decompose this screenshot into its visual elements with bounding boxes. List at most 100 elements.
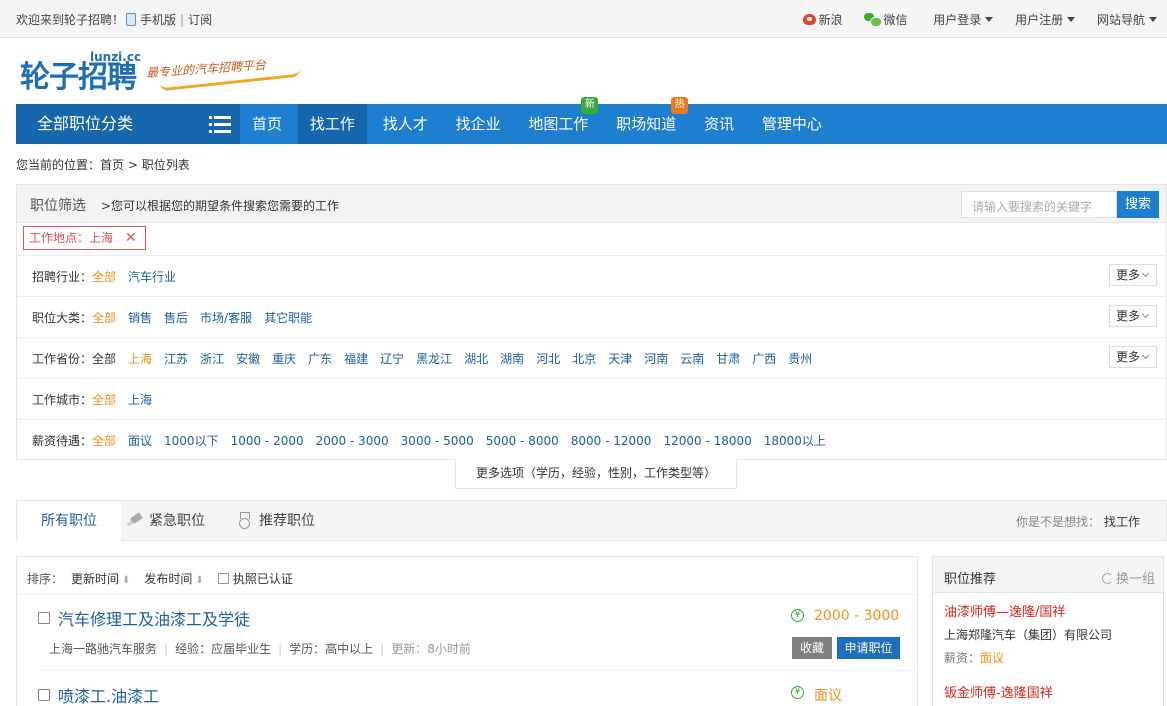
checkbox[interactable] — [217, 573, 229, 584]
breadcrumb-separator: > — [127, 158, 138, 172]
more-button[interactable]: 更多 — [1109, 264, 1157, 286]
filter-option[interactable]: 3000 - 5000 — [401, 434, 474, 448]
sort-by-publish[interactable]: 发布时间 ⬇ — [144, 572, 203, 586]
tab-urgent-jobs[interactable]: 紧急职位 — [127, 501, 231, 541]
filter-option[interactable]: 全部 — [92, 434, 116, 448]
job-title-link[interactable]: 汽车修理工及油漆工及学徒 — [58, 606, 250, 630]
subscribe-link[interactable]: 订阅 — [188, 13, 212, 27]
filter-option[interactable]: 湖北 — [464, 352, 488, 366]
search-button[interactable]: 搜索 — [1117, 191, 1159, 218]
nav-item-home[interactable]: 首页 — [240, 104, 294, 144]
nav-item-career-qa[interactable]: 职场知道热 — [604, 97, 689, 144]
nav-item-find-job[interactable]: 找工作 — [297, 104, 367, 144]
filter-option[interactable]: 全部 — [92, 311, 116, 325]
recommended-company[interactable]: 上海郑隆汽车（集团）有限公司 — [944, 626, 1112, 643]
active-filter-label: 工作地点：上海 — [29, 231, 114, 245]
filter-option[interactable]: 1000 - 2000 — [231, 434, 304, 448]
nav-item-news[interactable]: 资讯 — [692, 104, 746, 144]
job-title-link[interactable]: 喷漆工.油漆工 — [58, 683, 159, 706]
close-icon[interactable]: ✕ — [125, 230, 137, 246]
refresh-button[interactable]: 换一组 — [1101, 568, 1155, 587]
more-button[interactable]: 更多 — [1109, 305, 1157, 327]
filter-option[interactable]: 广东 — [308, 352, 332, 366]
filter-option[interactable]: 售后 — [164, 311, 188, 325]
nav-item-find-company[interactable]: 找企业 — [444, 104, 513, 144]
nav-label: 找企业 — [455, 115, 501, 133]
breadcrumb-home-link[interactable]: 首页 — [100, 158, 124, 172]
more-label: 更多 — [1116, 309, 1141, 323]
filter-option[interactable]: 1000以下 — [164, 434, 219, 448]
sort-by-update[interactable]: 更新时间 ⬇ — [71, 572, 130, 586]
filter-option[interactable]: 天津 — [608, 352, 632, 366]
filter-option[interactable]: 黑龙江 — [416, 352, 452, 366]
filter-option[interactable]: 贵州 — [788, 352, 812, 366]
wechat-link[interactable]: 微信 — [864, 13, 907, 27]
filter-option[interactable]: 安徽 — [236, 352, 260, 366]
filter-row-label: 薪资待遇： — [32, 434, 93, 448]
weibo-link[interactable]: 新浪 — [802, 13, 843, 27]
filter-option[interactable]: 云南 — [680, 352, 704, 366]
site-nav-menu[interactable]: 网站导航 — [1097, 13, 1157, 27]
all-categories-button[interactable]: 全部职位分类 — [16, 104, 240, 144]
filter-option[interactable]: 湖南 — [500, 352, 524, 366]
filter-option[interactable]: 其它职能 — [264, 311, 312, 325]
filter-option[interactable]: 北京 — [572, 352, 596, 366]
filter-option[interactable]: 2000 - 3000 — [316, 434, 389, 448]
filter-option[interactable]: 甘肃 — [716, 352, 740, 366]
filter-option[interactable]: 18000以上 — [764, 434, 826, 448]
filter-option[interactable]: 全部 — [92, 352, 116, 366]
recommended-job-link[interactable]: 油漆师傅—逸隆/国祥 — [944, 601, 1112, 620]
filter-option[interactable]: 江苏 — [164, 352, 188, 366]
tab-all-jobs[interactable]: 所有职位 — [17, 501, 121, 541]
filter-option[interactable]: 市场/客服 — [200, 311, 252, 325]
recommended-item: 油漆师傅—逸隆/国祥 上海郑隆汽车（集团）有限公司 薪资：面议 — [944, 601, 1112, 666]
filter-option[interactable]: 面议 — [128, 434, 152, 448]
job-checkbox[interactable] — [38, 689, 50, 701]
apply-button[interactable]: 申请职位 — [837, 637, 900, 659]
more-button[interactable]: 更多 — [1109, 346, 1157, 368]
filter-option[interactable]: 上海 — [128, 393, 152, 407]
filter-option[interactable]: 福建 — [344, 352, 368, 366]
filter-option[interactable]: 8000 - 12000 — [571, 434, 652, 448]
logo-domain: lunzi.cc — [90, 50, 142, 64]
license-verified-filter[interactable]: 执照已认证 — [217, 572, 293, 586]
nav-item-find-talent[interactable]: 找人才 — [371, 104, 440, 144]
more-options-toggle[interactable]: 更多选项（学历，经验，性别，工作类型等） — [455, 459, 737, 489]
site-logo[interactable]: 轮子招聘 lunzi.cc 最专业的汽车招聘平台 — [20, 50, 310, 95]
nav-item-map-jobs[interactable]: 地图工作新 — [516, 97, 600, 144]
nav-label: 找人才 — [382, 115, 428, 133]
suggestion-link[interactable]: 找工作 — [1104, 515, 1140, 529]
nav-item-admin[interactable]: 管理中心 — [750, 104, 834, 144]
filter-option[interactable]: 汽车行业 — [128, 270, 176, 284]
filter-option[interactable]: 河南 — [644, 352, 668, 366]
register-menu[interactable]: 用户注册 — [1015, 13, 1076, 27]
filter-row-salary: 薪资待遇： 全部 面议 1000以下 1000 - 2000 2000 - 3000 30… — [17, 419, 1166, 460]
filter-option[interactable]: 浙江 — [200, 352, 224, 366]
search-input[interactable]: 请输入要搜索的关键字 — [961, 191, 1117, 218]
mobile-link[interactable]: 手机版 — [140, 13, 176, 27]
filter-option[interactable]: 辽宁 — [380, 352, 404, 366]
favorite-button[interactable]: 收藏 — [792, 637, 832, 659]
filter-description: >您可以根据您的期望条件搜索您需要的工作 — [101, 199, 340, 213]
filter-option[interactable]: 销售 — [128, 311, 152, 325]
weibo-icon — [802, 14, 816, 25]
tab-recommended-jobs[interactable]: 推荐职位 — [237, 501, 349, 541]
wechat-icon — [864, 13, 883, 27]
filter-option[interactable]: 全部 — [92, 393, 116, 407]
login-menu[interactable]: 用户登录 — [933, 13, 994, 27]
recommended-job-link[interactable]: 钣金师傅-逸隆国祥 — [944, 682, 1053, 701]
filter-option[interactable]: 重庆 — [272, 352, 296, 366]
filter-option[interactable]: 全部 — [92, 270, 116, 284]
filter-option[interactable]: 5000 - 8000 — [486, 434, 559, 448]
arrow-down-icon: ⬇ — [195, 575, 204, 586]
active-filter-tag[interactable]: 工作地点：上海 ✕ — [23, 226, 146, 250]
chevron-down-icon — [1141, 269, 1150, 278]
filter-option[interactable]: 12000 - 18000 — [663, 434, 751, 448]
filter-option[interactable]: 广西 — [752, 352, 776, 366]
filter-row-label: 职位大类： — [32, 311, 93, 325]
job-company-link[interactable]: 上海一路驰汽车服务 — [49, 642, 157, 656]
login-label: 用户登录 — [933, 13, 982, 27]
job-checkbox[interactable] — [38, 612, 50, 624]
filter-option[interactable]: 上海 — [128, 352, 152, 366]
filter-option[interactable]: 河北 — [536, 352, 560, 366]
